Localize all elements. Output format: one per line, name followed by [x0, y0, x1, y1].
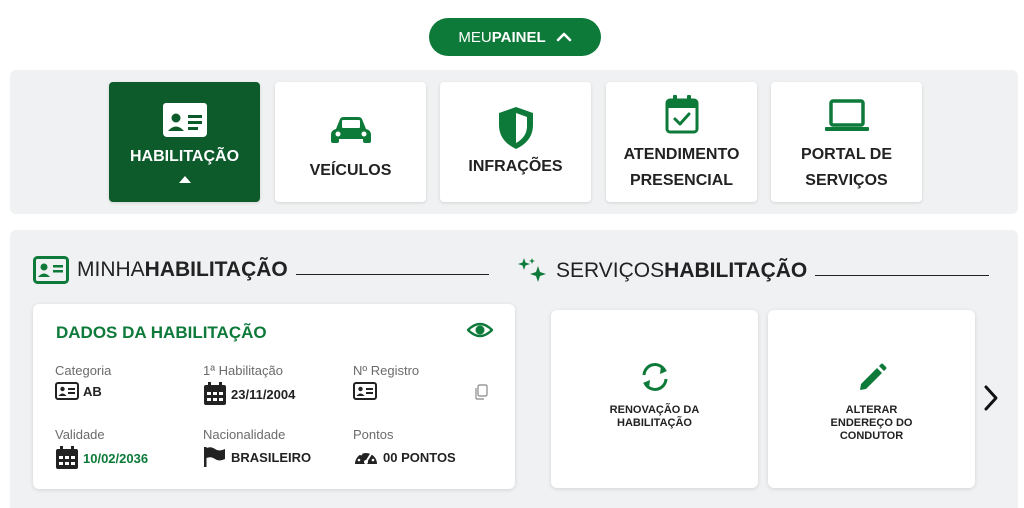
calendar-icon: [204, 382, 226, 405]
menu-tiles: HABILITAÇÃO VEÍCULOS INFRAÇÕES ATENDIMEN…: [10, 70, 1018, 214]
painel-prefix: MEU: [458, 28, 492, 46]
laptop-icon: [824, 94, 870, 138]
active-caret: [178, 176, 191, 183]
speedometer-icon: [355, 450, 377, 464]
id-card-icon: [55, 382, 79, 400]
tile-label: VEÍCULOS: [309, 162, 392, 179]
service-renovacao[interactable]: RENOVAÇÃO DA HABILITAÇÃO: [551, 310, 758, 488]
page: MEU PAINEL HABILITAÇÃO VEÍCULOS INFRAÇÕES: [0, 0, 1024, 508]
field-value: 10/02/2036: [55, 446, 148, 470]
section-title: MINHAHABILITAÇÃO: [77, 258, 288, 281]
shield-icon: [496, 106, 536, 150]
field-label: Validade: [55, 427, 105, 442]
minha-habilitacao-header: MINHAHABILITAÇÃO: [33, 256, 489, 284]
field-value: 00 PONTOS: [353, 446, 456, 468]
id-card-icon: [33, 256, 69, 284]
card-title: DADOS DA HABILITAÇÃO: [56, 323, 267, 342]
tile-veiculos[interactable]: VEÍCULOS: [275, 82, 426, 202]
tile-habilitacao[interactable]: HABILITAÇÃO: [109, 82, 260, 202]
flag-icon: [204, 447, 225, 467]
refresh-icon: [638, 362, 672, 392]
tile-portal[interactable]: PORTAL DE SERVIÇOS: [771, 82, 922, 202]
service-label: ALTERAR ENDEREÇO DO CONDUTOR: [830, 404, 913, 442]
pencil-icon: [857, 362, 887, 392]
service-label: RENOVAÇÃO DA HABILITAÇÃO: [609, 404, 700, 429]
sparkle-icon: [518, 258, 546, 282]
dados-habilitacao-card: DADOS DA HABILITAÇÃO Categoria AB 1ª Hab…: [33, 304, 515, 489]
field-primeira-habilitacao: 1ª Habilitação 23/11/2004: [203, 363, 295, 406]
field-label: Pontos: [353, 427, 394, 442]
field-value: AB: [55, 382, 111, 400]
tile-atendimento[interactable]: ATENDIMENTO PRESENCIAL: [606, 82, 757, 202]
tile-label: HABILITAÇÃO: [129, 148, 240, 165]
servicos-habilitacao-header: SERVIÇOSHABILITAÇÃO: [516, 256, 990, 286]
service-alterar-endereco[interactable]: ALTERAR ENDEREÇO DO CONDUTOR: [768, 310, 975, 488]
tile-label-line1: PORTAL DE: [801, 146, 892, 163]
tile-label-line1: ATENDIMENTO: [623, 146, 740, 163]
field-label: Categoria: [55, 363, 112, 378]
chevron-right-icon[interactable]: [982, 384, 1000, 412]
tile-label-line2: PRESENCIAL: [629, 172, 734, 189]
painel-bold: PAINEL: [491, 28, 546, 46]
field-pontos: Pontos 00 PONTOS: [353, 427, 456, 468]
field-nacionalidade: Nacionalidade BRASILEIRO: [203, 427, 311, 468]
section-divider: [295, 273, 489, 275]
section-divider: [815, 274, 990, 276]
field-label: 1ª Habilitação: [203, 363, 283, 378]
copy-icon[interactable]: [474, 384, 488, 400]
chevron-up-icon: [556, 32, 571, 42]
id-card-icon: [162, 98, 208, 142]
meu-painel-toggle[interactable]: MEU PAINEL: [429, 18, 601, 56]
field-value: 23/11/2004: [203, 382, 295, 406]
tile-label-line2: SERVIÇOS: [805, 172, 888, 189]
tile-infracoes[interactable]: INFRAÇÕES: [440, 82, 591, 202]
calendar-check-icon: [665, 92, 699, 136]
id-card-icon: [353, 382, 377, 400]
eye-icon[interactable]: [467, 321, 493, 339]
field-label: Nº Registro: [353, 363, 420, 378]
field-registro: Nº Registro: [353, 363, 419, 400]
tile-label: INFRAÇÕES: [468, 158, 563, 175]
field-label: Nacionalidade: [203, 427, 286, 442]
field-categoria: Categoria AB: [55, 363, 111, 400]
section-title: SERVIÇOSHABILITAÇÃO: [556, 259, 808, 282]
field-value: [353, 382, 419, 400]
field-validade: Validade 10/02/2036: [55, 427, 148, 470]
field-value: BRASILEIRO: [203, 446, 311, 468]
car-icon: [330, 108, 372, 152]
calendar-icon: [56, 446, 78, 469]
